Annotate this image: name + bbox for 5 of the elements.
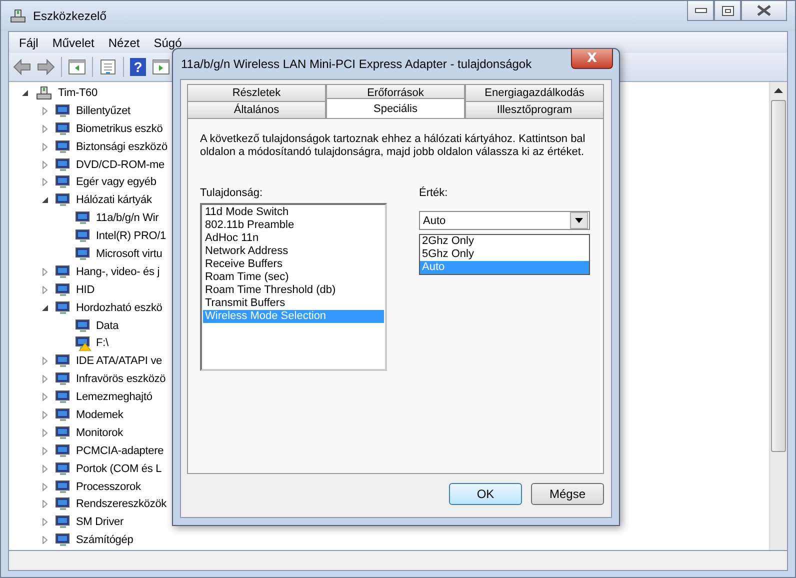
value-label: Érték: [419,187,449,199]
property-label: Tulajdonság: [200,187,264,199]
dialog-title: 11a/b/g/n Wireless LAN Mini-PCI Express Adapter - tulajdonságok [181,57,532,71]
window-title: Eszközkezelő [33,9,106,23]
description-text: A következő tulajdonságok tartoznak ehhez a hálózati kártyához. Kattintson bal oldalon a módosítandó tulajdonságra, majd jobb oldalon válassza ki az értéket. [200,133,586,159]
